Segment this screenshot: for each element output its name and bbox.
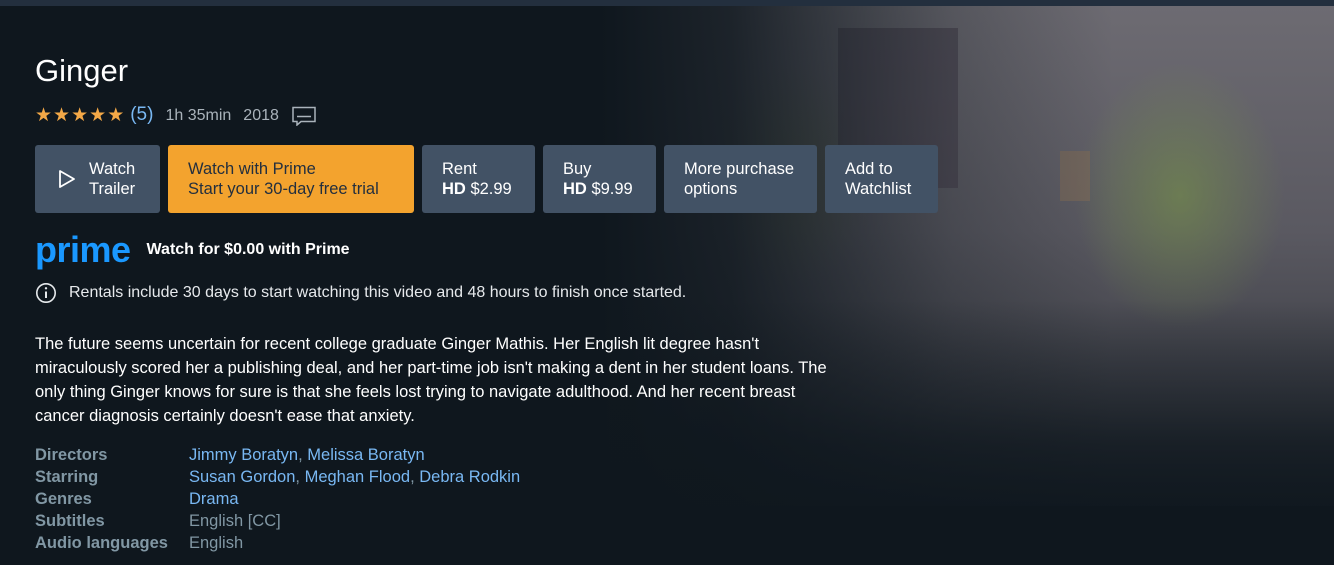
star-icon: ★ — [71, 105, 89, 126]
star-icon: ★ — [53, 105, 71, 126]
subtitles-value: English [CC] — [189, 512, 281, 530]
watch-trailer-button[interactable]: Watch Trailer — [35, 145, 160, 213]
page-title: Ginger — [35, 53, 129, 88]
details-list: Directors Jimmy Boratyn, Melissa Boratyn… — [35, 444, 520, 554]
genres-label: Genres — [35, 490, 92, 508]
more-purchase-options-label: More purchase options — [684, 160, 795, 198]
director-link[interactable]: Melissa Boratyn — [307, 446, 424, 464]
details-row-genres: Genres Drama — [35, 488, 520, 510]
details-row-starring: Starring Susan Gordon, Meghan Flood, Deb… — [35, 466, 520, 488]
star-icon: ★ — [89, 105, 107, 126]
details-row-directors: Directors Jimmy Boratyn, Melissa Boratyn — [35, 444, 520, 466]
watch-trailer-label: Watch Trailer — [89, 160, 136, 198]
add-to-watchlist-label: Add to Watchlist — [845, 160, 912, 198]
star-rating[interactable]: ★ ★ ★ ★ ★ (5) — [35, 104, 153, 127]
buy-button[interactable]: Buy HD $9.99 — [543, 145, 656, 213]
prime-logo: prime — [35, 229, 131, 270]
genre-link[interactable]: Drama — [189, 490, 239, 508]
star-icon: ★ — [107, 105, 125, 126]
rent-label: Rent HD $2.99 — [442, 160, 512, 198]
audio-languages-value: English — [189, 534, 244, 552]
director-link[interactable]: Jimmy Boratyn — [189, 446, 298, 464]
info-icon — [36, 283, 56, 303]
starring-value: Susan Gordon, Meghan Flood, Debra Rodkin — [189, 468, 521, 486]
buy-label: Buy HD $9.99 — [563, 160, 633, 198]
add-to-watchlist-button[interactable]: Add to Watchlist — [825, 145, 938, 213]
play-icon — [59, 170, 75, 188]
details-row-audio: Audio languages English — [35, 532, 520, 554]
meta-row: ★ ★ ★ ★ ★ (5) 1h 35min 2018 — [35, 104, 317, 127]
watch-with-prime-label: Watch with Prime Start your 30-day free … — [188, 160, 379, 198]
cast-link[interactable]: Susan Gordon — [189, 468, 295, 486]
rating-count[interactable]: (5) — [130, 104, 153, 127]
details-row-subtitles: Subtitles English [CC] — [35, 510, 520, 532]
starring-label: Starring — [35, 468, 99, 486]
directors-value: Jimmy Boratyn, Melissa Boratyn — [189, 446, 425, 464]
audio-languages-label: Audio languages — [35, 534, 168, 552]
more-purchase-options-button[interactable]: More purchase options — [664, 145, 817, 213]
runtime: 1h 35min — [165, 106, 232, 124]
prime-offer: prime Watch for $0.00 with Prime — [35, 232, 350, 268]
synopsis: The future seems uncertain for recent co… — [35, 335, 827, 425]
cast-link[interactable]: Debra Rodkin — [419, 468, 520, 486]
release-year: 2018 — [243, 106, 279, 124]
rental-notice: Rentals include 30 days to start watchin… — [35, 282, 686, 304]
rental-notice-text: Rentals include 30 days to start watchin… — [69, 284, 687, 301]
prime-offer-text: Watch for $0.00 with Prime — [146, 241, 350, 258]
star-icon: ★ — [35, 105, 53, 126]
subtitles-icon — [292, 106, 316, 126]
directors-label: Directors — [35, 446, 108, 464]
cast-link[interactable]: Meghan Flood — [305, 468, 411, 486]
watch-with-prime-button[interactable]: Watch with Prime Start your 30-day free … — [168, 145, 414, 213]
action-buttons: Watch Trailer Watch with Prime Start you… — [35, 145, 938, 213]
subtitles-label: Subtitles — [35, 512, 105, 530]
rent-button[interactable]: Rent HD $2.99 — [422, 145, 535, 213]
genres-value: Drama — [189, 488, 239, 510]
